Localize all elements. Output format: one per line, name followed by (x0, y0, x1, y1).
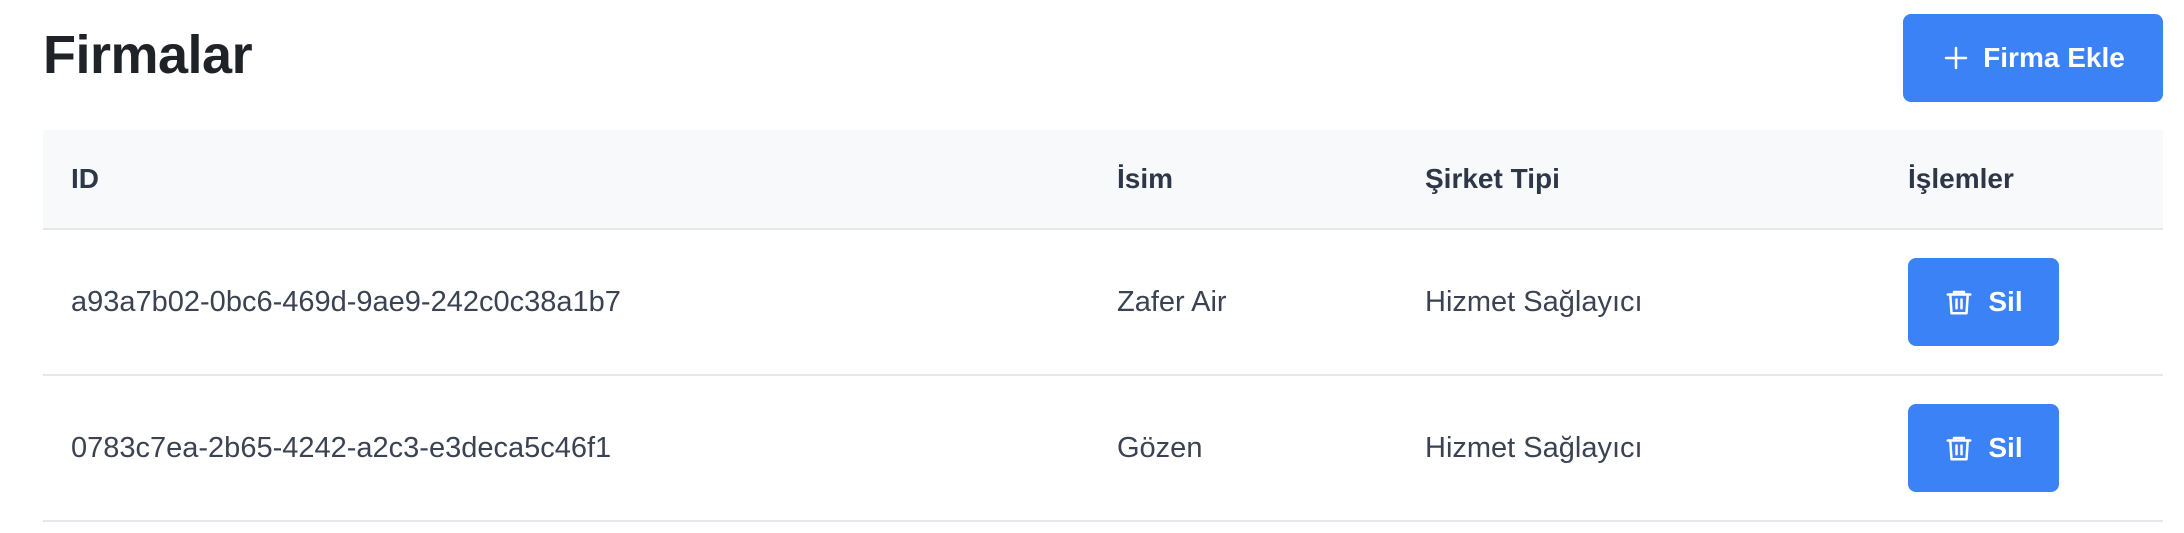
column-header-type: Şirket Tipi (1425, 163, 1560, 194)
add-company-button[interactable]: Firma Ekle (1903, 14, 2163, 102)
table-header-row: ID İsim Şirket Tipi İşlemler (43, 130, 2163, 229)
column-header-name: İsim (1117, 163, 1174, 194)
delete-button-label: Sil (1988, 286, 2023, 317)
cell-actions: Sil (1880, 375, 2163, 521)
cell-id: a93a7b02-0bc6-469d-9ae9-242c0c38a1b7 (71, 285, 621, 318)
delete-button[interactable]: Sil (1908, 258, 2059, 346)
table-row: a93a7b02-0bc6-469d-9ae9-242c0c38a1b7 Zaf… (43, 229, 2163, 375)
delete-button-label: Sil (1988, 432, 2023, 463)
cell-type: Hizmet Sağlayıcı (1425, 285, 1643, 318)
cell-actions: Sil (1880, 229, 2163, 375)
page-header: Firmalar Firma Ekle (43, 0, 2163, 130)
cell-name: Gözen (1117, 431, 1203, 464)
page-title: Firmalar (43, 25, 253, 85)
plus-icon (1944, 46, 1968, 70)
column-header-actions: İşlemler (1908, 163, 2014, 194)
column-header-id: ID (71, 163, 99, 194)
trash-icon (1946, 436, 1972, 461)
cell-type: Hizmet Sağlayıcı (1425, 431, 1643, 464)
page: Firmalar Firma Ekle ID İsim Şirket Tipi … (43, 0, 2163, 522)
add-company-button-label: Firma Ekle (1983, 42, 2125, 73)
cell-id: 0783c7ea-2b65-4242-a2c3-e3deca5c46f1 (71, 431, 612, 464)
cell-name: Zafer Air (1117, 285, 1227, 318)
trash-icon (1946, 290, 1972, 315)
delete-button[interactable]: Sil (1908, 404, 2059, 492)
table-header: ID İsim Şirket Tipi İşlemler (43, 130, 2163, 229)
companies-table: ID İsim Şirket Tipi İşlemler a93a7b02-0b… (43, 130, 2163, 522)
table-body: a93a7b02-0bc6-469d-9ae9-242c0c38a1b7 Zaf… (43, 229, 2163, 521)
table-row: 0783c7ea-2b65-4242-a2c3-e3deca5c46f1 Göz… (43, 375, 2163, 521)
